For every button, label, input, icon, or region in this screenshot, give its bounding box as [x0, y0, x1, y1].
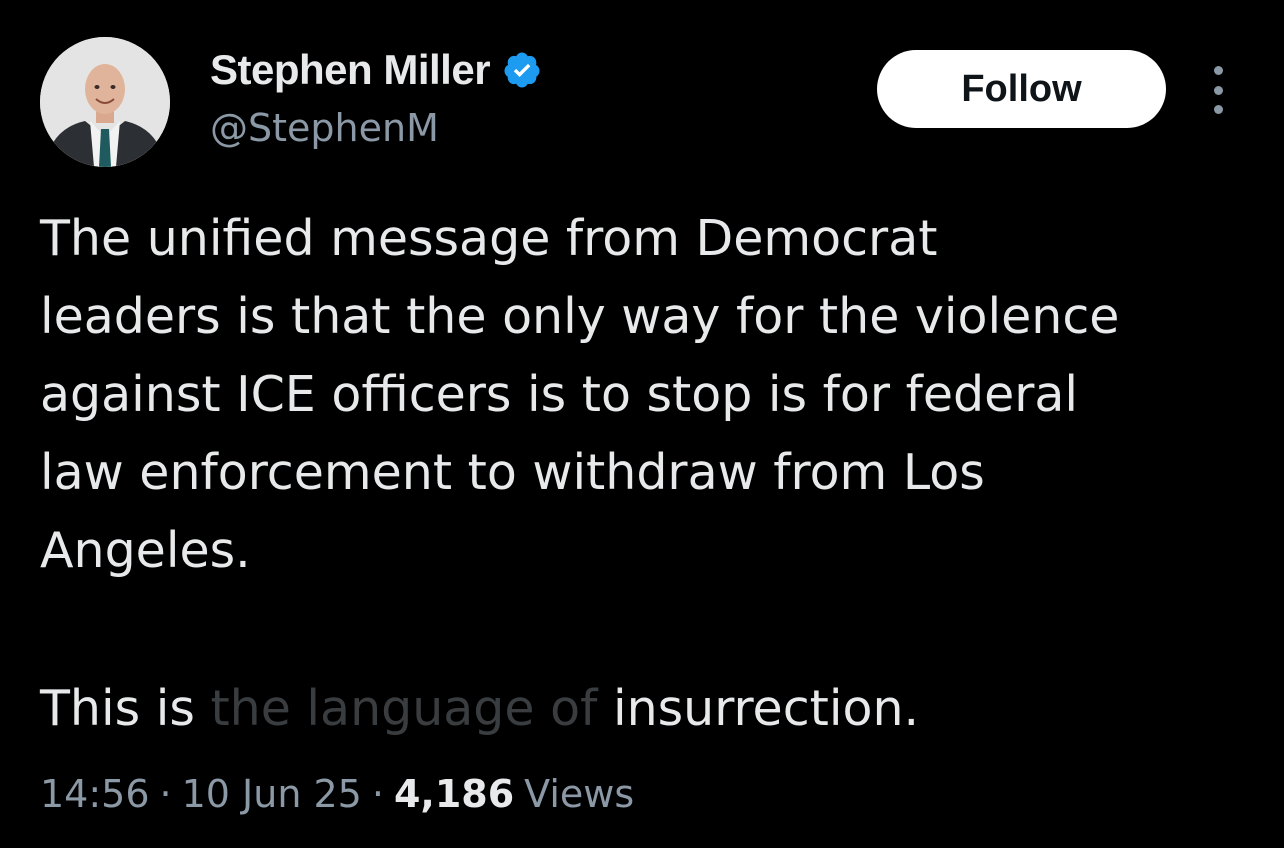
- author-display-name[interactable]: Stephen Miller: [210, 46, 491, 94]
- more-dot: [1213, 85, 1223, 95]
- tweet-time[interactable]: 14:56: [40, 772, 150, 816]
- views-label: Views: [524, 772, 635, 816]
- views-count[interactable]: 4,186: [394, 772, 514, 816]
- more-vertical-icon[interactable]: [1200, 66, 1236, 114]
- tweet-text: The unified message from Democrat leader…: [40, 210, 1120, 579]
- verified-badge-icon[interactable]: [502, 50, 542, 90]
- tweet-meta: 14:56 · 10 Jun 25 · 4,186 Views: [40, 772, 634, 816]
- tweet-date[interactable]: 10 Jun 25: [182, 772, 362, 816]
- tweet: Stephen Miller @StephenM Follow The unif…: [0, 0, 1284, 848]
- author-handle[interactable]: @StephenM: [210, 106, 439, 150]
- meta-separator: ·: [159, 772, 172, 816]
- meta-separator: ·: [371, 772, 384, 816]
- tweet-text-start: This is: [40, 680, 211, 737]
- tweet-text-faded: the language of: [210, 680, 598, 737]
- more-dot: [1213, 105, 1223, 114]
- follow-button[interactable]: Follow: [877, 50, 1166, 128]
- author-name-row: Stephen Miller: [210, 46, 542, 94]
- more-dot: [1213, 66, 1223, 75]
- tweet-text-end: insurrection.: [597, 680, 920, 737]
- avatar[interactable]: [40, 37, 170, 167]
- tweet-text-paragraph-2: This is the language of insurrection.: [40, 670, 1240, 748]
- avatar-image: [40, 37, 170, 167]
